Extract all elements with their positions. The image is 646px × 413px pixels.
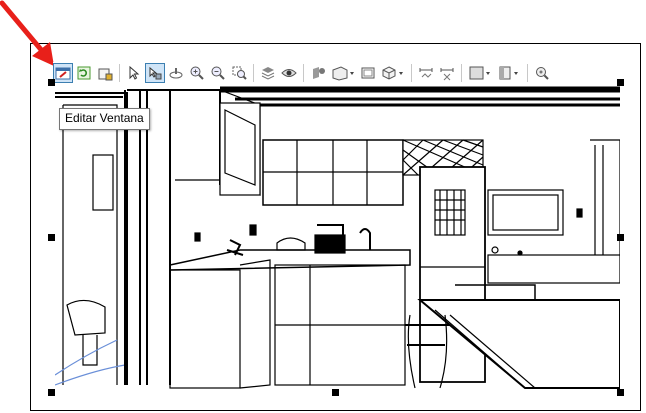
zoom-in-button[interactable] — [187, 63, 207, 83]
lock-print-button[interactable] — [95, 63, 115, 83]
select-arrow-icon — [129, 65, 140, 80]
resize-handle[interactable] — [48, 79, 55, 86]
orbit-icon — [169, 68, 183, 79]
toolbar-separator — [303, 64, 304, 82]
dimension-button[interactable] — [416, 63, 436, 83]
toolbar-separator — [461, 64, 462, 82]
toolbar-separator — [253, 64, 254, 82]
eye-icon — [281, 69, 297, 77]
frame-button[interactable] — [358, 63, 378, 83]
view-toolbar — [53, 62, 552, 84]
layers-icon — [261, 67, 275, 80]
select-pan-icon — [149, 66, 162, 80]
edit-window-icon — [55, 67, 71, 80]
lock-print-icon — [98, 68, 113, 81]
render-button[interactable] — [308, 63, 328, 83]
tooltip: Editar Ventana — [59, 108, 150, 130]
kitchen-render-view[interactable] — [55, 85, 620, 390]
resize-handle[interactable] — [617, 234, 624, 241]
search-settings-icon — [536, 67, 549, 80]
red-arrow-annotation — [0, 0, 54, 66]
visibility-button[interactable] — [279, 63, 299, 83]
cube-icon — [382, 66, 403, 80]
layers-button[interactable] — [258, 63, 278, 83]
box-view-icon — [332, 66, 354, 81]
zoom-window-icon — [232, 66, 247, 80]
toolbar-separator — [119, 64, 120, 82]
toolbar-separator — [411, 64, 412, 82]
refresh-button[interactable] — [74, 63, 94, 83]
resize-handle[interactable] — [48, 389, 55, 396]
edit-window-button[interactable] — [53, 63, 73, 83]
zoom-in-icon — [190, 66, 204, 80]
frame-icon — [361, 67, 375, 79]
zoom-window-button[interactable] — [229, 63, 249, 83]
select-arrow-button[interactable] — [124, 63, 144, 83]
door-icon — [499, 66, 518, 80]
zoom-out-icon — [211, 66, 225, 80]
resize-handle[interactable] — [332, 389, 339, 396]
box-view-dropdown[interactable] — [329, 63, 357, 83]
cube-view-dropdown[interactable] — [379, 63, 407, 83]
toolbar-separator — [527, 64, 528, 82]
select-pan-button[interactable] — [145, 63, 165, 83]
dimension-icon — [419, 68, 433, 78]
render-icon — [313, 67, 325, 79]
rectangle-dropdown[interactable] — [466, 63, 494, 83]
resize-handle[interactable] — [617, 389, 624, 396]
rectangle-icon — [469, 66, 490, 80]
search-settings-button[interactable] — [532, 63, 552, 83]
resize-handle[interactable] — [48, 234, 55, 241]
refresh-icon — [77, 66, 91, 80]
dimension-x-icon — [440, 68, 454, 81]
zoom-out-button[interactable] — [208, 63, 228, 83]
resize-handle[interactable] — [617, 79, 624, 86]
dimension-delete-button[interactable] — [437, 63, 457, 83]
door-dropdown[interactable] — [495, 63, 523, 83]
orbit-button[interactable] — [166, 63, 186, 83]
